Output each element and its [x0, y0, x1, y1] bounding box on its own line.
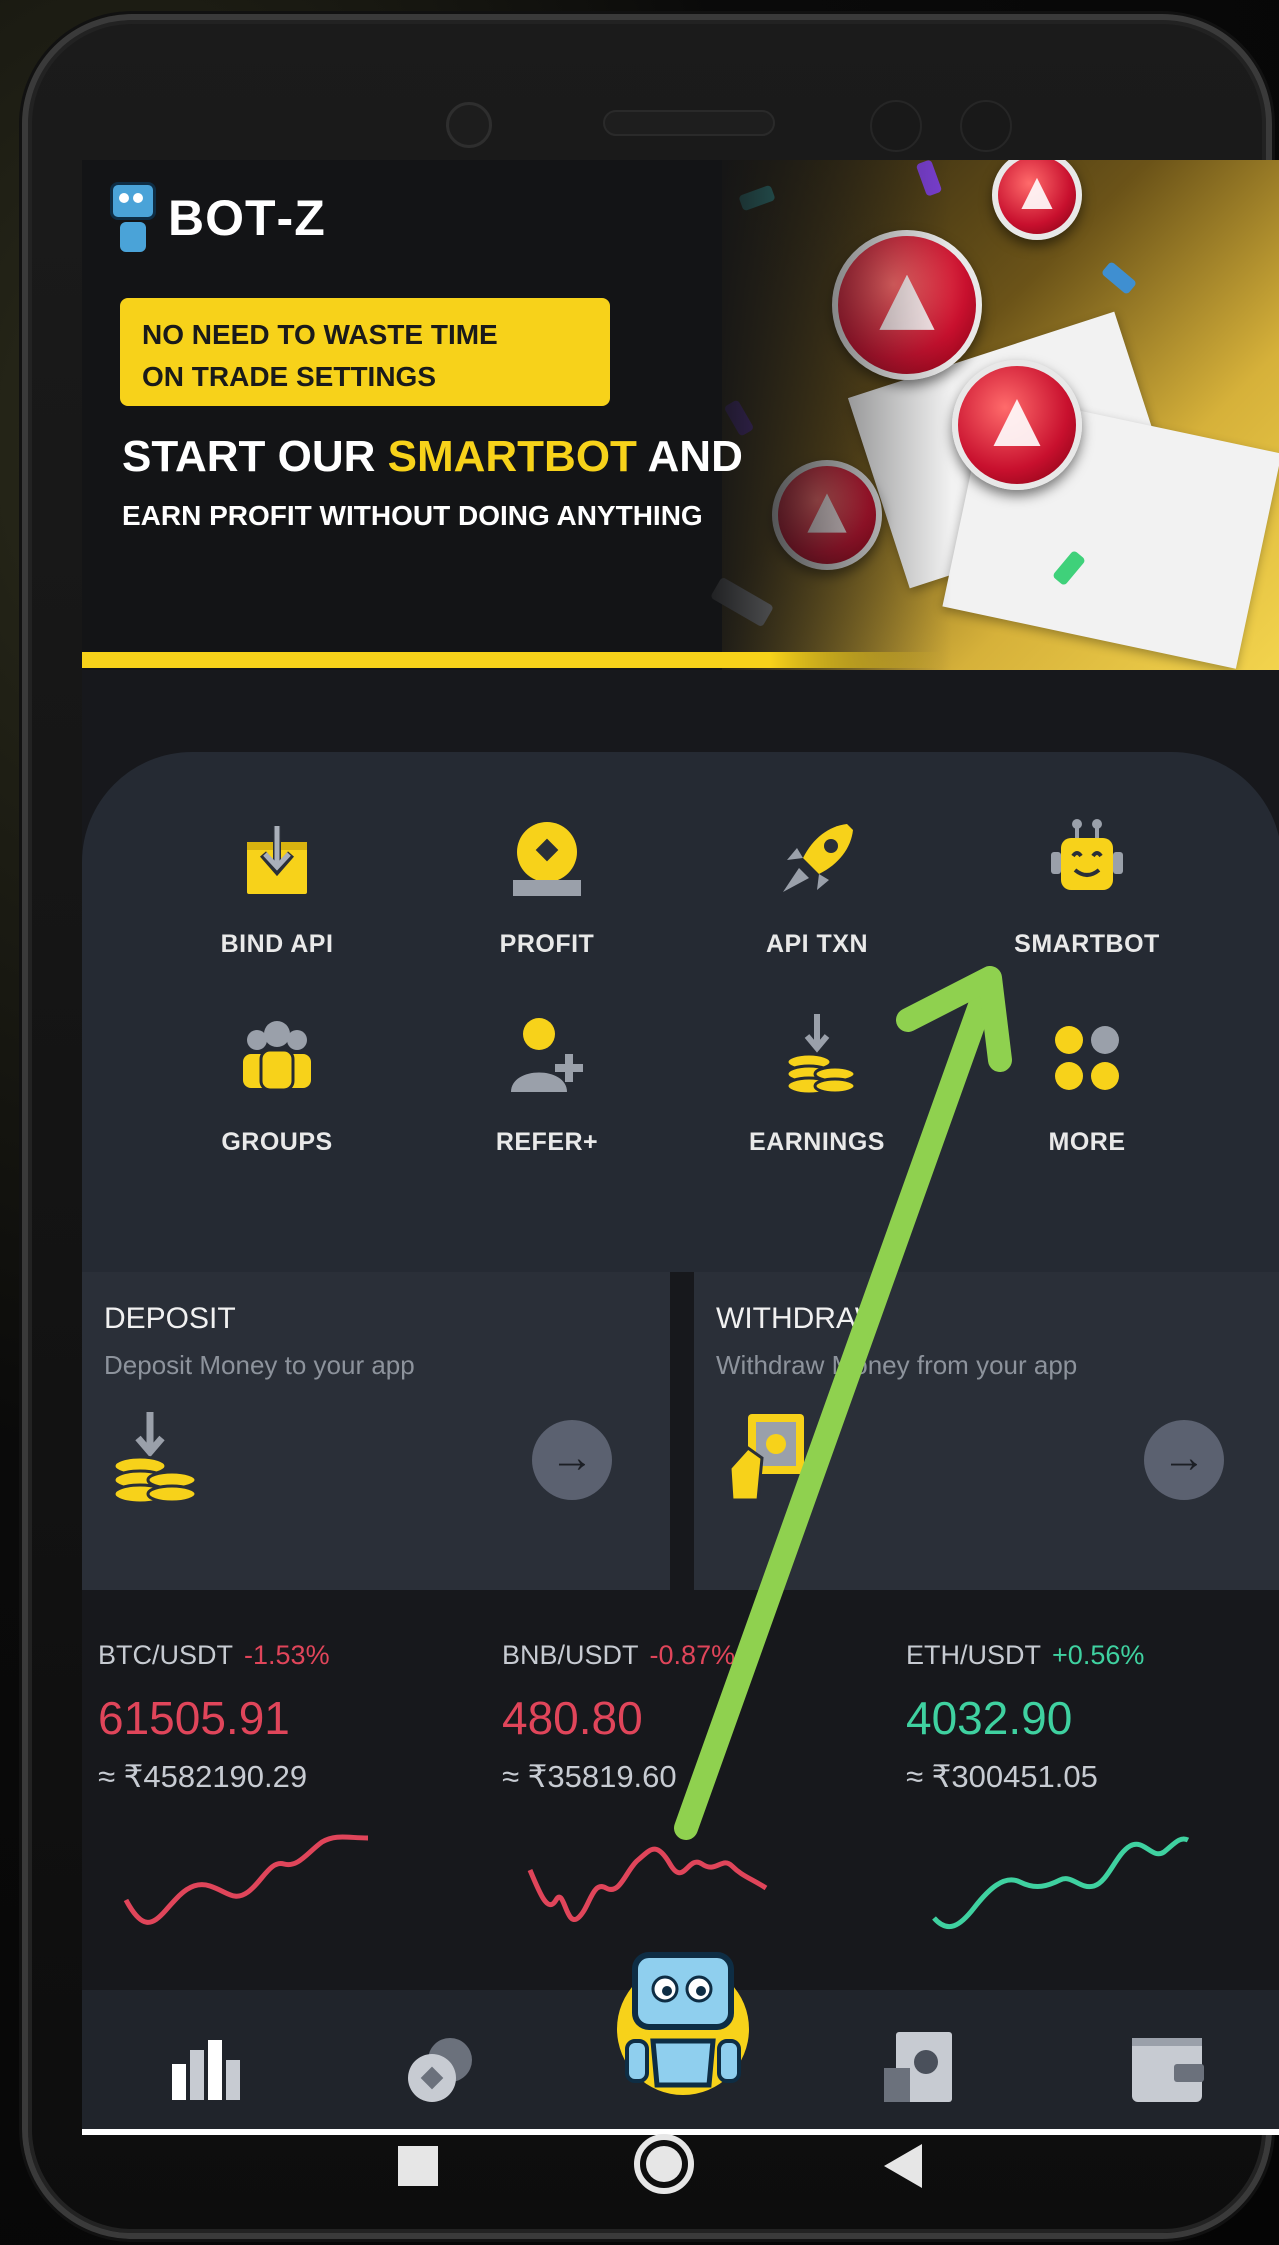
coins-icon	[769, 1010, 865, 1106]
card-title: DEPOSIT	[104, 1302, 236, 1335]
bot-z-logo: BOT-Z	[110, 182, 326, 254]
menu-item-earnings[interactable]: EARNINGS	[707, 1010, 927, 1180]
card-subtitle: Deposit Money to your app	[104, 1350, 415, 1380]
front-camera-icon	[446, 102, 492, 148]
promo-banner[interactable]: BOT-Z NO NEED TO WASTE TIME ON TRADE SET…	[82, 160, 1279, 670]
logo-text: BOT-Z	[168, 190, 326, 246]
menu-item-smartbot[interactable]: SMARTBOT	[977, 812, 1197, 982]
ticker-price: 61505.91	[98, 1692, 290, 1744]
tagline-line1: NO NEED TO WASTE TIME	[142, 319, 498, 350]
menu-label: SMARTBOT	[1014, 930, 1160, 958]
card-subtitle: Withdraw Money from your app	[716, 1350, 1078, 1380]
ticker-inr-value: ≈ ₹4582190.29	[98, 1759, 308, 1794]
menu-item-api-txn[interactable]: API TXN	[707, 812, 927, 982]
withdraw-card[interactable]: WITHDRAW Withdraw Money from your app →	[694, 1272, 1279, 1590]
menu-item-groups[interactable]: GROUPS	[167, 1010, 387, 1180]
robot-logo-icon	[110, 182, 156, 254]
more-dots-icon	[1039, 1010, 1135, 1106]
robot-icon	[1039, 812, 1135, 908]
deposit-card[interactable]: DEPOSIT Deposit Money to your app →	[82, 1272, 670, 1590]
sparkline-btc	[123, 1834, 369, 1925]
ticker-eth[interactable]: ETH/USDT +0.56% 4032.90 ≈ ₹300451.05	[906, 1640, 1279, 1930]
deposit-icon[interactable]	[882, 2030, 962, 2110]
sparkline-bnb	[527, 1846, 768, 1923]
app-screen: BOT-Z NO NEED TO WASTE TIME ON TRADE SET…	[82, 160, 1279, 2135]
ticker-price: 4032.90	[906, 1692, 1073, 1744]
ticker-inr-value: ≈ ₹300451.05	[906, 1759, 1098, 1794]
menu-label: MORE	[1048, 1128, 1126, 1156]
ticker-pair: BTC/USDT -1.53%	[98, 1640, 330, 1670]
tagline-line2: ON TRADE SETTINGS	[142, 361, 437, 392]
ticker-price: 480.80	[502, 1692, 643, 1744]
menu-label: GROUPS	[221, 1128, 333, 1156]
ticker-change: +0.56%	[1052, 1640, 1145, 1670]
withdraw-cash-icon	[718, 1408, 814, 1508]
banner-subline: EARN PROFIT WITHOUT DOING ANYTHING	[122, 500, 703, 531]
card-title: WITHDRAW	[716, 1302, 884, 1335]
menu-label: BIND API	[220, 930, 334, 958]
refer-icon	[499, 1010, 595, 1106]
withdraw-arrow-button[interactable]: →	[1144, 1420, 1224, 1500]
back-button[interactable]	[884, 2144, 922, 2188]
crypto-coin-icon	[992, 160, 1082, 240]
sparkline-eth	[932, 1836, 1190, 1930]
markets-icon[interactable]	[166, 2030, 246, 2110]
earpiece-speaker	[603, 110, 775, 136]
ticker-bnb[interactable]: BNB/USDT -0.87% 480.80 ≈ ₹35819.60	[502, 1640, 902, 1923]
recent-apps-button[interactable]	[398, 2146, 438, 2186]
ticker-change: -0.87%	[649, 1640, 736, 1670]
bot-home-icon[interactable]	[613, 1945, 753, 2095]
ticker-pair: ETH/USDT +0.56%	[906, 1640, 1145, 1670]
crypto-coin-icon	[952, 360, 1082, 490]
menu-item-more[interactable]: MORE	[977, 1010, 1197, 1180]
menu-label: API TXN	[765, 930, 869, 958]
menu-item-profit[interactable]: PROFIT	[437, 812, 657, 982]
ticker-inr-value: ≈ ₹35819.60	[502, 1759, 677, 1794]
wallet-icon[interactable]	[1128, 2030, 1208, 2110]
sensor-icon	[960, 100, 1012, 152]
menu-label: EARNINGS	[749, 1128, 885, 1156]
menu-item-bind-api[interactable]: BIND API	[167, 812, 387, 982]
menu-label: REFER+	[495, 1128, 599, 1156]
tagline-box: NO NEED TO WASTE TIME ON TRADE SETTINGS	[120, 298, 610, 406]
phone-frame: BOT-Z NO NEED TO WASTE TIME ON TRADE SET…	[22, 14, 1279, 2239]
menu-label: PROFIT	[499, 930, 595, 958]
profit-icon	[499, 812, 595, 908]
ticker-pair: BNB/USDT -0.87%	[502, 1640, 736, 1670]
sensor-icon	[870, 100, 922, 152]
ticker-btc[interactable]: BTC/USDT -1.53% 61505.91 ≈ ₹4582190.29	[98, 1640, 498, 1925]
menu-item-refer[interactable]: REFER+	[437, 1010, 657, 1180]
coins-icon[interactable]	[402, 2030, 482, 2110]
deposit-coins-icon	[106, 1408, 202, 1508]
banner-headline: START OUR SMARTBOT AND	[122, 432, 743, 481]
groups-icon	[229, 1010, 325, 1106]
banner-accent-bar	[82, 652, 942, 668]
rocket-icon	[769, 812, 865, 908]
banner-fade	[692, 160, 952, 670]
ticker-change: -1.53%	[244, 1640, 330, 1670]
system-navigation-bar	[72, 2120, 1232, 2210]
home-button[interactable]	[634, 2134, 694, 2194]
deposit-arrow-button[interactable]: →	[532, 1420, 612, 1500]
bind-api-icon	[229, 812, 325, 908]
quick-menu: BIND API PROFIT API TXN SMARTBOT GROUPS …	[82, 752, 1279, 1272]
